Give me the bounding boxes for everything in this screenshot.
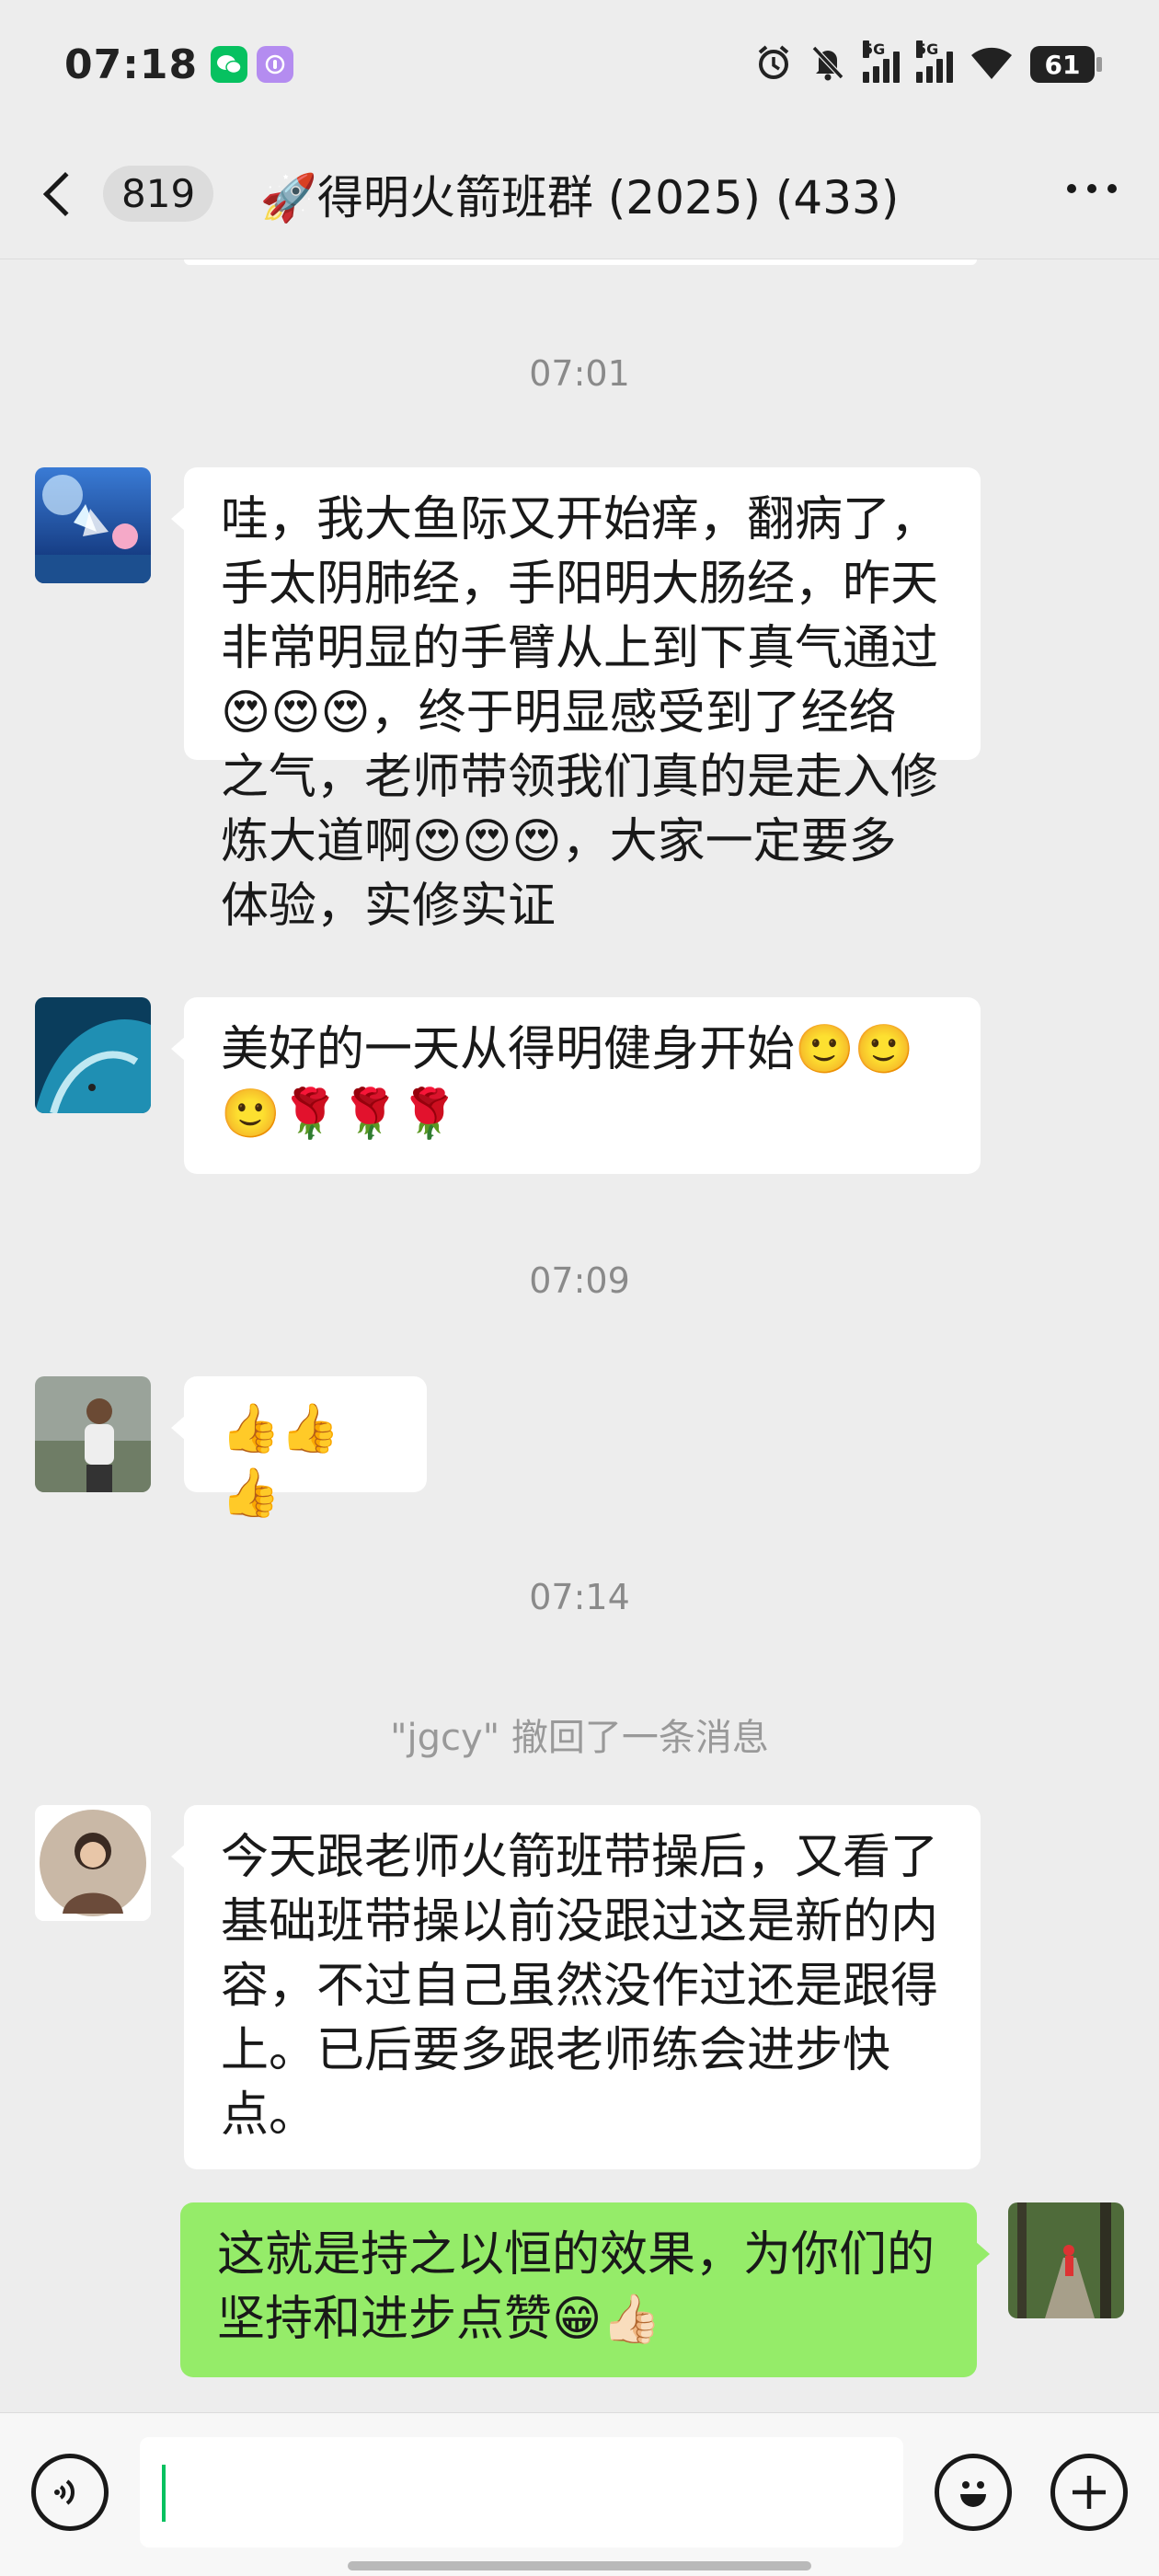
- own-message-bubble[interactable]: 这就是持之以恒的效果，为你们的坚持和进步点赞😁👍🏻: [180, 2202, 990, 2377]
- avatar[interactable]: [35, 467, 151, 583]
- text-cursor: [162, 2465, 166, 2522]
- message-list[interactable]: 07:01 哇，我大鱼际又开始痒，翻病了，手太阴肺经，手阳明大肠经，昨天非常明显…: [0, 259, 1159, 2412]
- more-dots-icon: [1067, 184, 1076, 193]
- signal-5g-icon: 5G: [863, 40, 900, 83]
- signal-5g-icon: 5G: [916, 40, 953, 83]
- chevron-left-icon: [42, 171, 88, 216]
- chat-header: 819 🚀得明火箭班群 (2025) (433): [0, 129, 1159, 259]
- status-time: 07:18: [64, 40, 199, 88]
- message-bubble[interactable]: 今天跟老师火箭班带操后，又看了基础班带操以前没跟过这是新的内容，不过自己虽然没作…: [171, 1805, 981, 2169]
- more-options-button[interactable]: [1058, 175, 1126, 202]
- podcast-icon: [257, 46, 294, 83]
- status-bar: 07:18 5G 5G 61: [0, 0, 1159, 129]
- timestamp: 07:09: [529, 1260, 630, 1301]
- alarm-icon: [754, 43, 793, 86]
- timestamp: 07:14: [529, 1577, 630, 1617]
- voice-icon: [54, 2479, 75, 2505]
- back-button[interactable]: 819: [40, 166, 214, 222]
- recall-notice: "jgcy" 撤回了一条消息: [390, 1717, 769, 1759]
- message-bubble[interactable]: 👍👍👍: [171, 1376, 427, 1521]
- battery-icon: 61: [1030, 46, 1102, 83]
- avatar[interactable]: [35, 1376, 151, 1492]
- message-input[interactable]: [140, 2437, 903, 2547]
- input-bar: [0, 2412, 1159, 2576]
- mute-bell-icon: [809, 43, 846, 86]
- previous-message-bubble: [184, 259, 977, 265]
- home-indicator[interactable]: [348, 2561, 811, 2570]
- battery-level: 61: [1044, 49, 1081, 80]
- unread-count-badge: 819: [103, 166, 214, 222]
- avatar[interactable]: [35, 997, 151, 1113]
- plus-icon: [1073, 2476, 1106, 2509]
- message-bubble[interactable]: 哇，我大鱼际又开始痒，翻病了，手太阴肺经，手阳明大肠经，昨天非常明显的手臂从上到…: [171, 467, 981, 934]
- emoji-button[interactable]: [935, 2454, 1012, 2531]
- smiley-icon: [960, 2481, 986, 2507]
- voice-input-button[interactable]: [31, 2454, 109, 2531]
- more-functions-button[interactable]: [1050, 2454, 1128, 2531]
- timestamp: 07:01: [529, 353, 630, 394]
- wechat-icon: [211, 46, 248, 83]
- own-avatar[interactable]: [1008, 2202, 1124, 2318]
- avatar[interactable]: [35, 1805, 151, 1921]
- message-bubble[interactable]: 美好的一天从得明健身开始🙂🙂🙂🌹🌹🌹: [171, 997, 981, 1174]
- wifi-icon: [970, 44, 1014, 85]
